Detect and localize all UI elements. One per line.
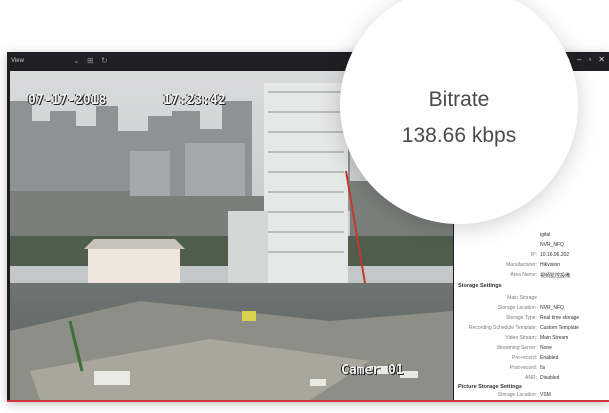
info-key: ANR: [525, 375, 537, 381]
maximize-button[interactable]: ▫ [588, 55, 591, 64]
info-key: Streaming Server: [496, 345, 537, 351]
info-row: ANR: Disabled [454, 375, 609, 383]
osd-time: 17:23:42 [163, 93, 226, 108]
info-value: VSM [540, 392, 551, 398]
info-value: 視頻監控設備 [540, 273, 571, 279]
info-key: Recording Schedule Template: [468, 325, 537, 331]
window-bottom-accent [7, 400, 609, 402]
window-controls: ⌂ – ▫ ✕ [565, 55, 605, 64]
info-key: Area Name: [510, 272, 537, 278]
info-value: NVR_NFQ [540, 242, 564, 248]
info-value: Custom Template [540, 325, 579, 331]
info-row: Storage Type: Real time storage [454, 315, 609, 323]
refresh-icon[interactable]: ↻ [101, 56, 108, 65]
info-key: Main Storage [507, 295, 537, 301]
info-row: Streaming Server: None [454, 345, 609, 353]
info-row: Post-record: 5s [454, 365, 609, 373]
info-value: Hikvision [540, 262, 561, 268]
dropdown-icon[interactable]: ⌄ [73, 56, 80, 65]
info-key: Manufacturer: [506, 262, 537, 268]
close-button[interactable]: ✕ [598, 55, 605, 64]
info-value: None [540, 345, 552, 351]
app-title: View [11, 58, 24, 64]
info-row: igital [454, 232, 609, 240]
info-value: Disabled [540, 375, 560, 381]
info-key: Post-record: [509, 365, 537, 371]
info-value: 10.16.96.202 [540, 252, 570, 258]
info-row: Manufacturer: Hikvision [454, 262, 609, 270]
info-key: Storage Type: [505, 315, 537, 321]
osd-camera-name: Camer 01 [341, 363, 404, 378]
info-key: IP: [530, 252, 537, 258]
bitrate-label: Bitrate [428, 88, 490, 111]
info-row: Area Name: 視頻監控設備 [454, 272, 609, 280]
bitrate-value: 138.66 kbps [401, 124, 517, 147]
info-row: IP: 10.16.96.202 [454, 252, 609, 260]
info-key: Storage Location: [497, 392, 537, 398]
minimize-button[interactable]: – [577, 55, 581, 64]
info-row: Recording Schedule Template: Custom Temp… [454, 325, 609, 333]
info-key: Storage Location: [497, 305, 537, 311]
picture-storage-heading: Picture Storage Settings [458, 384, 522, 390]
info-row: Storage Location: NVR_NFQ [454, 305, 609, 313]
info-row: Main Storage [454, 295, 609, 303]
info-value: 5s [540, 365, 546, 371]
info-row: Storage Location: VSM [454, 392, 609, 400]
info-key: Video Stream: [505, 335, 537, 341]
info-value: igital [540, 232, 551, 238]
info-row: NVR_NFQ [454, 242, 609, 250]
grid-icon[interactable]: ⊞ [87, 56, 94, 65]
info-value: Main Stream [540, 335, 569, 341]
info-row: Pre-record: Enabled [454, 355, 609, 363]
info-row: Video Stream: Main Stream [454, 335, 609, 343]
osd-date: 07-17-2018 [28, 93, 107, 108]
info-value: Enabled [540, 355, 559, 361]
info-value: Real time storage [540, 315, 580, 321]
storage-settings-heading: Storage Settings [458, 283, 502, 289]
info-key: Pre-record: [511, 355, 537, 361]
info-value: NVR_NFQ [540, 305, 564, 311]
